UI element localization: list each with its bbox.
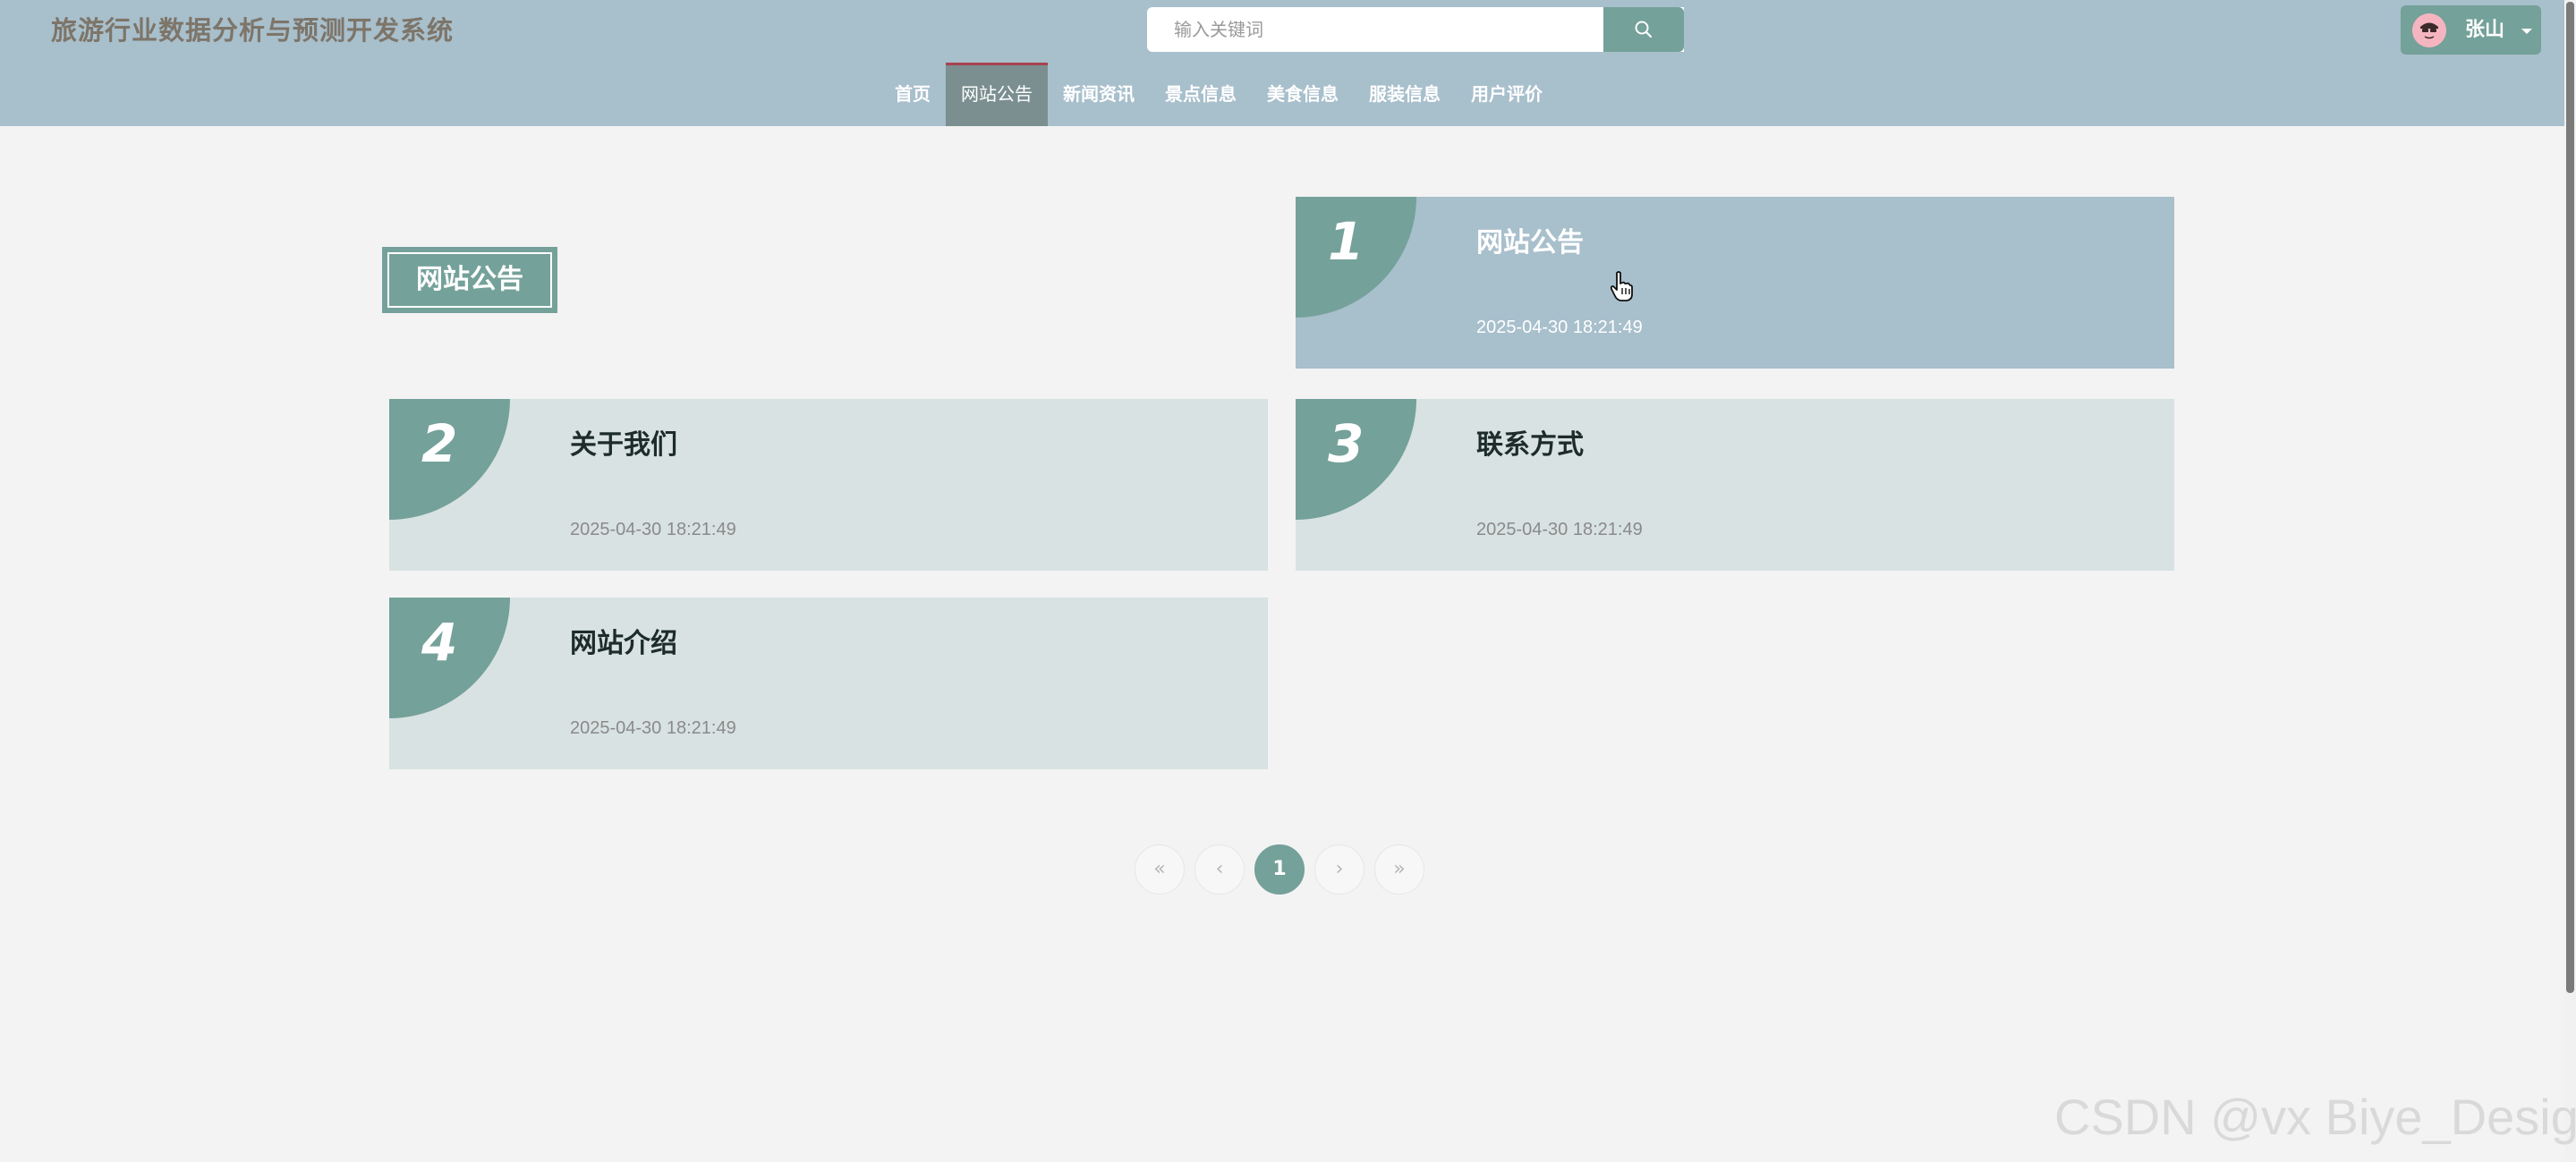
card-number: 2	[421, 413, 458, 474]
user-menu-button[interactable]: 张山	[2401, 5, 2541, 55]
card-number: 1	[1328, 211, 1365, 272]
card-number: 4	[421, 612, 458, 673]
header: 旅游行业数据分析与预测开发系统 张山 首页 网站公告 新闻资讯 景点信息 美食信…	[0, 0, 2564, 126]
scrollbar[interactable]	[2564, 0, 2576, 1162]
nav-item-reviews[interactable]: 用户评价	[1456, 63, 1558, 126]
card-date: 2025-04-30 18:21:49	[570, 718, 736, 738]
nav-item-attractions[interactable]: 景点信息	[1150, 63, 1252, 126]
nav-item-food[interactable]: 美食信息	[1252, 63, 1354, 126]
card-title: 关于我们	[570, 429, 677, 461]
main-nav: 首页 网站公告 新闻资讯 景点信息 美食信息 服装信息 用户评价	[0, 63, 2564, 126]
nav-item-news[interactable]: 新闻资讯	[1048, 63, 1150, 126]
nav-item-home[interactable]: 首页	[880, 63, 946, 126]
card-number: 3	[1328, 413, 1365, 474]
site-title: 旅游行业数据分析与预测开发系统	[51, 15, 455, 46]
page-last-button[interactable]: »	[1374, 844, 1424, 895]
section-heading-label: 网站公告	[387, 252, 552, 308]
page-current-button[interactable]: 1	[1254, 844, 1305, 895]
notice-card[interactable]: 4 网站介绍 2025-04-30 18:21:49	[389, 598, 1268, 769]
page-first-button[interactable]: «	[1135, 844, 1185, 895]
search-icon	[1635, 21, 1653, 38]
caret-down-icon	[2521, 29, 2532, 34]
card-title: 联系方式	[1476, 429, 1584, 461]
nav-item-clothing[interactable]: 服装信息	[1354, 63, 1456, 126]
hand-cursor-icon	[1610, 271, 1633, 301]
card-title: 网站介绍	[570, 628, 677, 659]
search-button[interactable]	[1603, 7, 1684, 52]
avatar	[2412, 13, 2446, 47]
scrollbar-thumb[interactable]	[2566, 2, 2574, 993]
card-title: 网站公告	[1476, 227, 1584, 259]
page-prev-button[interactable]: ‹	[1194, 844, 1245, 895]
card-date: 2025-04-30 18:21:49	[570, 520, 736, 539]
card-date: 2025-04-30 18:21:49	[1476, 318, 1643, 337]
notice-card[interactable]: 2 关于我们 2025-04-30 18:21:49	[389, 399, 1268, 571]
watermark: CSDN @vx Biye_Design	[2054, 1089, 2576, 1145]
page-next-button[interactable]: ›	[1314, 844, 1365, 895]
card-date: 2025-04-30 18:21:49	[1476, 520, 1643, 539]
notice-card[interactable]: 3 联系方式 2025-04-30 18:21:49	[1296, 399, 2174, 571]
avatar-icon	[2412, 13, 2446, 47]
section-heading: 网站公告	[382, 247, 557, 313]
user-name: 张山	[2465, 19, 2505, 41]
notice-card[interactable]: 1 网站公告 2025-04-30 18:21:49	[1296, 197, 2174, 369]
nav-item-announcements[interactable]: 网站公告	[946, 63, 1048, 126]
